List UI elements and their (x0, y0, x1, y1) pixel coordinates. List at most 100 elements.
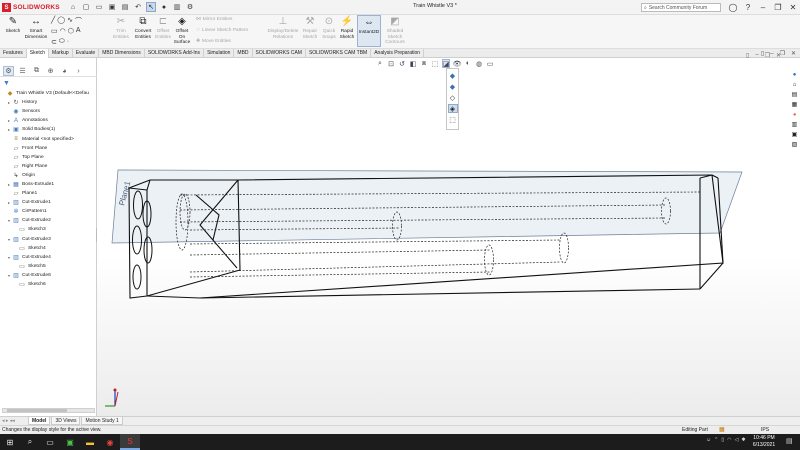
volume-icon[interactable]: ◁ (734, 437, 738, 443)
dynamic-annotation-icon[interactable]: ⧈ (420, 59, 428, 68)
smart-dimension-button[interactable]: ↔ Smart Dimension (24, 15, 48, 47)
next-tab-icon[interactable]: › (73, 66, 84, 76)
tree-item[interactable]: ✲ CirPattern1 (0, 207, 97, 216)
help-icon[interactable]: ? (743, 1, 753, 13)
configuration-manager-tab-icon[interactable]: ⧉ (31, 66, 42, 76)
tab-mbd[interactable]: MBD (234, 49, 253, 58)
forum-icon[interactable]: ▣ (790, 130, 799, 139)
tree-item[interactable]: ▱ Plane1 (0, 189, 97, 198)
solidworks-logo[interactable]: S SOLIDWORKS (2, 2, 60, 13)
home-icon[interactable]: ⌂ (68, 2, 78, 12)
instant2d-button[interactable]: ⇔ Instant2D (357, 15, 381, 47)
spline-icon[interactable]: ∿ (67, 16, 73, 26)
display-delete-relations-button[interactable]: ⊥ Display/Delete Relations (267, 15, 299, 47)
bottom-tab-motion-study-1[interactable]: Motion Study 1 (81, 417, 123, 425)
3d-content-icon[interactable]: ▧ (790, 140, 799, 149)
tab-evaluate[interactable]: Evaluate (73, 49, 100, 58)
viewport-close-icon[interactable]: ✕ (776, 52, 781, 59)
file-explorer-icon[interactable]: ▤ (790, 90, 799, 99)
tree-item[interactable]: ↳ Origin (0, 171, 97, 180)
tab-features[interactable]: Features (0, 49, 27, 58)
display-manager-tab-icon[interactable]: ◕ (59, 66, 70, 76)
move-entities-button[interactable]: ✥ Move Entities (196, 39, 231, 44)
convert-entities-button[interactable]: ⧉ Convert Entities (132, 15, 154, 47)
tab-solidworks-add-ins[interactable]: SOLIDWORKS Add-Ins (145, 49, 205, 58)
tree-item[interactable]: ▾ ▥ Cut-Extrude4 (0, 253, 97, 262)
quick-snaps-button[interactable]: ⊙ Quick Snaps (321, 15, 337, 47)
tree-item[interactable]: ▭ Sketch6 (0, 280, 97, 289)
people-icon[interactable]: ☺ (706, 437, 711, 443)
view-orientation-icon[interactable]: ⬚ (431, 59, 439, 68)
taskbar-search-icon[interactable]: ⌕ (20, 434, 40, 450)
custom-properties-icon[interactable]: ▥ (790, 120, 799, 129)
zoom-area-icon[interactable]: ⊡ (387, 59, 395, 68)
display-style-icon[interactable]: ◪ (442, 59, 450, 68)
dimxpert-tab-icon[interactable]: ⊕ (45, 66, 56, 76)
shaded-with-edges-icon[interactable]: ◆ (448, 71, 458, 80)
view-palette-icon[interactable]: ▦ (790, 100, 799, 109)
apply-scene-icon[interactable]: ◍ (475, 59, 483, 68)
file-explorer-app-icon[interactable]: ▬ (80, 434, 100, 450)
tree-item[interactable]: ▸ A Annotations (0, 116, 97, 125)
viewport-minimize-icon[interactable]: – (755, 52, 758, 59)
tree-item[interactable]: ≡ Material <not specified> (0, 134, 97, 143)
shaded-sketch-contours-button[interactable]: ◩ Shaded Sketch Contours (382, 15, 408, 47)
tab-analysis-preparation[interactable]: Analysis Preparation (371, 49, 425, 58)
wireframe-icon[interactable]: ⬚ (448, 115, 458, 124)
search-input[interactable]: ⌕ Search Community Forum (641, 3, 721, 12)
system-clock[interactable]: 10:46 PM 6/13/2021 (749, 435, 779, 448)
property-manager-tab-icon[interactable]: ☰ (17, 66, 28, 76)
tree-item[interactable]: ▸ ↻ History (0, 98, 97, 107)
tree-item[interactable]: ▱ Front Plane (0, 144, 97, 153)
tab-simulation[interactable]: Simulation (204, 49, 235, 58)
appearances-icon[interactable]: ◕ (790, 110, 799, 119)
arc-icon[interactable]: ◠ (60, 27, 66, 35)
units-selector[interactable]: IPS (761, 426, 769, 434)
close-icon[interactable]: ✕ (788, 1, 798, 13)
notifications-icon[interactable]: ▤ (786, 437, 793, 445)
repair-sketch-button[interactable]: ⚒ Repair Sketch (301, 15, 319, 47)
design-library-icon[interactable]: ⌂ (790, 80, 799, 89)
tab-solidworks-cam-tbm[interactable]: SOLIDWORKS CAM TBM (306, 49, 372, 58)
tree-item[interactable]: ▱ Right Plane (0, 162, 97, 171)
rapid-sketch-button[interactable]: ⚡ Rapid Sketch (338, 15, 356, 47)
feature-manager-tab-icon[interactable]: ⚙ (3, 66, 14, 76)
shaded-icon[interactable]: ◆ (448, 82, 458, 91)
rebuild-icon[interactable]: ● (159, 2, 169, 12)
tree-item[interactable]: ▭ Sketch4 (0, 244, 97, 253)
store-app-icon[interactable]: ▣ (60, 434, 80, 450)
open-icon[interactable]: ▭ (94, 2, 104, 12)
tree-item[interactable]: ▾ ▥ Cut-Extrude3 (0, 235, 97, 244)
point-icon[interactable]: · (67, 38, 69, 46)
tree-item[interactable]: ▱ Top Plane (0, 153, 97, 162)
tree-item[interactable]: ▾ ▥ Cut-Extrude2 (0, 216, 97, 225)
options-icon[interactable]: ⚙ (185, 2, 195, 12)
hidden-lines-removed-icon[interactable]: ◇ (448, 93, 458, 102)
tree-item[interactable]: ▸ ▦ Boss-Extrude1 (0, 180, 97, 189)
offset-on-surface-button[interactable]: ◈ Offset On Surface (173, 15, 191, 47)
windows-start-icon[interactable]: ⊞ (0, 434, 20, 450)
bottom-tab-model[interactable]: Model (28, 417, 51, 425)
ellipse-icon[interactable]: ⬭ (59, 38, 65, 46)
edit-appearance-icon[interactable]: ◐ (464, 59, 472, 68)
minimize-icon[interactable]: – (758, 1, 768, 13)
chrome-app-icon[interactable]: ◉ (100, 434, 120, 450)
hidden-lines-visible-icon[interactable]: ◈ (447, 104, 458, 113)
trim-entities-button[interactable]: ✂ Trim Entities (111, 15, 131, 47)
tree-item[interactable]: ▭ Sketch5 (0, 262, 97, 271)
view-settings-icon[interactable]: ▭ (486, 59, 494, 68)
filter-icon[interactable]: ▼ (3, 80, 10, 87)
tree-item[interactable]: ◉ Sensors (0, 107, 97, 116)
restore-icon[interactable]: ❐ (773, 1, 783, 13)
text-icon[interactable]: A (76, 27, 81, 35)
linear-sketch-pattern-button[interactable]: ⁙ Linear Sketch Pattern (196, 28, 248, 33)
tree-item[interactable]: ▸ ▥ Cut-Extrude1 (0, 198, 97, 207)
tab-solidworks-cam[interactable]: SOLIDWORKS CAM (253, 49, 306, 58)
file-properties-icon[interactable]: ▥ (172, 2, 182, 12)
bottom-tab-3d-views[interactable]: 3D Views (51, 417, 81, 425)
scrollbar-thumb[interactable] (7, 409, 67, 412)
new-document-icon[interactable]: ▢ (81, 2, 91, 12)
mirror-entities-button[interactable]: ⋈ Mirror Entities (196, 17, 232, 22)
sketch-button[interactable]: ✎ Sketch (3, 15, 23, 47)
tray-expand-icon[interactable]: ⌃ (714, 437, 718, 443)
